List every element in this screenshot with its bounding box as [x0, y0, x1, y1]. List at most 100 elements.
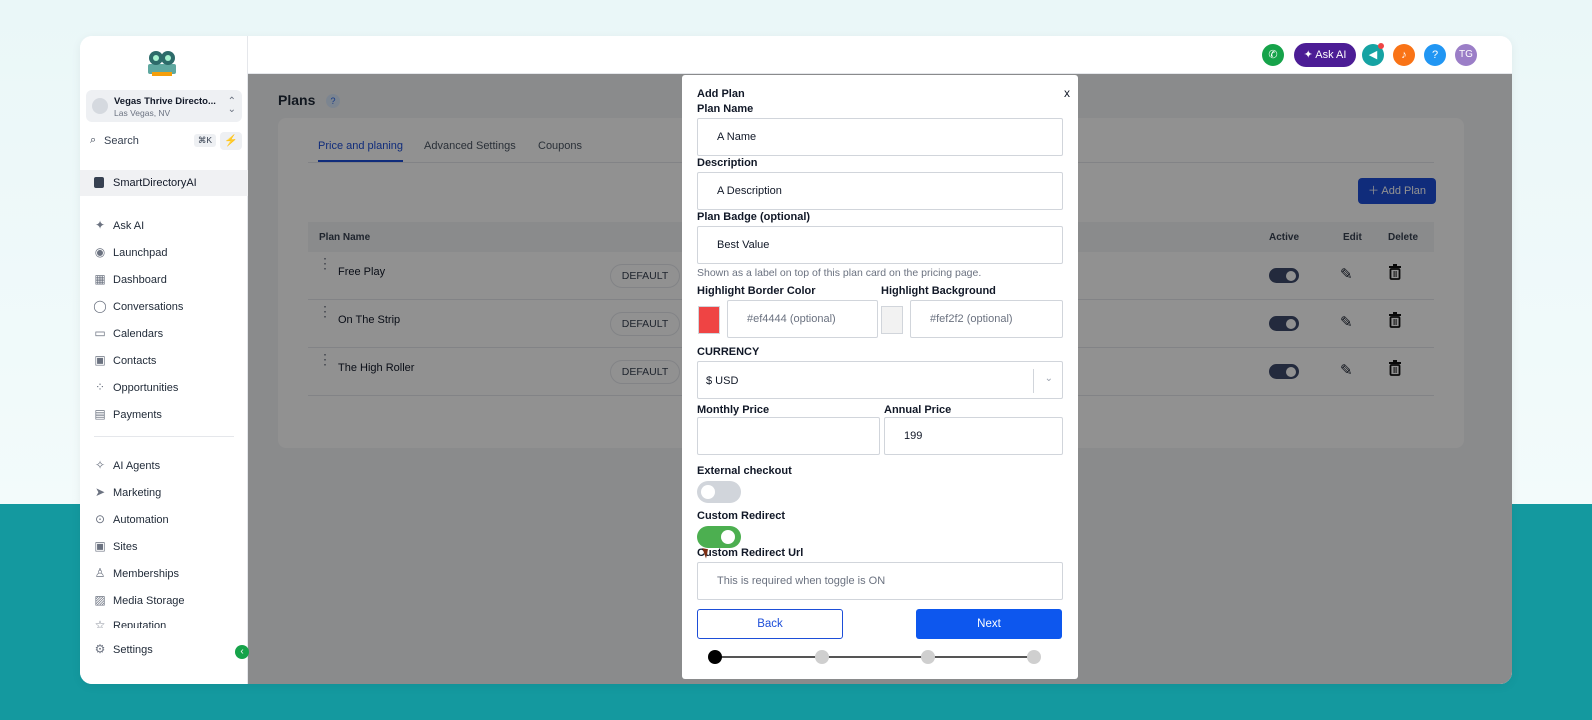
step-3-dot — [921, 650, 935, 664]
next-button[interactable]: Next — [916, 609, 1062, 639]
location-name: Vegas Thrive Directo... — [114, 96, 216, 107]
grid-icon: ▦ — [94, 272, 106, 286]
notification-dot — [1378, 43, 1384, 49]
custom-redirect-url-label: Custom Redirect Url — [697, 547, 804, 559]
plan-badge-input[interactable]: Best Value — [697, 226, 1063, 264]
top-bar: ✆ ✦ Ask AI ◀ ♪ ? TG — [248, 36, 1512, 74]
badge-icon: ♙ — [94, 566, 106, 580]
sidebar-item-label: Sites — [113, 541, 138, 553]
calendar-icon: ▭ — [94, 326, 106, 340]
sidebar-item-calendars[interactable]: ▭ Calendars — [80, 324, 248, 344]
custom-redirect-label: Custom Redirect — [697, 510, 786, 522]
sidebar-item-label: Marketing — [113, 487, 162, 499]
annual-price-label: Annual Price — [884, 404, 952, 416]
toggle-knob — [721, 530, 735, 544]
ask-ai-label: Ask AI — [1315, 49, 1347, 61]
sidebar-item-marketing[interactable]: ➤ Marketing — [80, 483, 248, 503]
collapse-sidebar-button[interactable]: ‹ — [235, 645, 249, 659]
location-avatar-icon — [92, 98, 108, 114]
sidebar-item-label: Memberships — [113, 568, 180, 580]
sidebar-item-label: Conversations — [113, 301, 184, 313]
search-input[interactable]: ⌕ Search ⌘K — [86, 132, 216, 150]
send-icon: ➤ — [94, 485, 106, 499]
sidebar-item-automation[interactable]: ⊙ Automation — [80, 510, 248, 530]
chat-icon: ◯ — [93, 299, 107, 313]
description-input[interactable]: A Description — [697, 172, 1063, 210]
sidebar-item-sites[interactable]: ▣ Sites — [80, 537, 248, 557]
close-icon[interactable]: x — [1064, 86, 1070, 100]
border-color-input[interactable]: #ef4444 (optional) — [727, 300, 878, 338]
sidebar-item-memberships[interactable]: ♙ Memberships — [80, 564, 248, 584]
search-icon: ⌕ — [90, 134, 97, 146]
bell-icon[interactable]: ♪ — [1393, 44, 1415, 66]
receipt-icon: ▤ — [94, 407, 106, 421]
plan-badge-label: Plan Badge (optional) — [697, 211, 811, 223]
sidebar-item-conversations[interactable]: ◯ Conversations — [80, 297, 248, 317]
external-checkout-label: External checkout — [697, 465, 792, 477]
location-city: Las Vegas, NV — [114, 108, 171, 118]
sparkle-icon: ✦ — [94, 218, 106, 232]
description-label: Description — [697, 157, 758, 169]
plan-name-label: Plan Name — [697, 103, 754, 115]
sidebar-item-dashboard[interactable]: ▦ Dashboard — [80, 270, 248, 290]
annual-price-input[interactable]: 199 — [884, 417, 1063, 455]
ask-ai-button[interactable]: ✦ Ask AI — [1294, 43, 1356, 67]
sidebar-item-label: Opportunities — [113, 382, 179, 394]
sidebar-item-label: Settings — [113, 644, 153, 656]
star-icon: ☆ — [94, 618, 106, 628]
sidebar-item-ask-ai[interactable]: ✦ Ask AI — [80, 216, 248, 236]
automation-icon: ⊙ — [94, 512, 106, 526]
sidebar-item-ai-agents[interactable]: ✧ AI Agents — [80, 456, 248, 476]
chevron-up-down-icon: ⌃ ⌄ — [227, 96, 236, 115]
help-icon[interactable]: ? — [1424, 44, 1446, 66]
highlight-background-label: Highlight Background — [881, 285, 996, 297]
highlight-background-swatch[interactable] — [881, 306, 903, 334]
sidebar-item-label: Dashboard — [113, 274, 167, 286]
sidebar-divider — [94, 436, 234, 437]
sidebar-item-label: Automation — [113, 514, 169, 526]
border-color-swatch[interactable] — [698, 306, 720, 334]
border-color-label: Highlight Border Color — [697, 285, 816, 297]
book-icon — [94, 177, 104, 188]
sidebar: Vegas Thrive Directo... Las Vegas, NV ⌃ ⌄… — [80, 36, 248, 684]
stepper-track — [715, 656, 1035, 658]
ai-agent-icon: ✧ — [94, 458, 106, 472]
modal-title: Add Plan — [697, 88, 745, 100]
search-shortcut: ⌘K — [193, 134, 216, 147]
currency-select[interactable]: $ USD ⌄ — [697, 361, 1063, 399]
sidebar-account-label: SmartDirectoryAI — [113, 177, 197, 189]
sidebar-item-launchpad[interactable]: ◉ Launchpad — [80, 243, 248, 263]
sidebar-item-media-storage[interactable]: ▨ Media Storage — [80, 591, 248, 611]
external-checkout-toggle[interactable] — [697, 481, 741, 503]
gear-icon: ⚙ — [94, 642, 106, 656]
step-4-dot — [1027, 650, 1041, 664]
sidebar-item-opportunities[interactable]: ⁘ Opportunities — [80, 378, 248, 398]
back-button[interactable]: Back — [697, 609, 843, 639]
help-label: ? — [1431, 49, 1439, 61]
quick-action-bolt-icon[interactable]: ⚡ — [220, 132, 242, 150]
add-plan-modal: Add Plan x Plan Name A Name Description … — [682, 75, 1078, 679]
sidebar-overflow-clip: ☆ Reputation — [80, 616, 248, 628]
highlight-background-input[interactable]: #fef2f2 (optional) — [910, 300, 1063, 338]
select-separator — [1033, 369, 1034, 393]
sidebar-item-settings[interactable]: ⚙ Settings — [80, 640, 248, 660]
sidebar-item-reputation[interactable]: ☆ Reputation — [80, 616, 248, 628]
plan-name-input[interactable]: A Name — [697, 118, 1063, 156]
sidebar-account[interactable]: SmartDirectoryAI — [80, 170, 248, 196]
monthly-price-input[interactable] — [697, 417, 880, 455]
location-switcher[interactable]: Vegas Thrive Directo... Las Vegas, NV ⌃ ⌄ — [86, 90, 242, 122]
plan-badge-help: Shown as a label on top of this plan car… — [697, 267, 982, 279]
phone-icon[interactable]: ✆ — [1262, 44, 1284, 66]
custom-redirect-url-input[interactable]: This is required when toggle is ON — [697, 562, 1063, 600]
app-logo — [148, 51, 176, 76]
sidebar-item-label: Ask AI — [113, 220, 145, 232]
sidebar-item-payments[interactable]: ▤ Payments — [80, 405, 248, 425]
sidebar-item-contacts[interactable]: ▣ Contacts — [80, 351, 248, 371]
avatar[interactable]: TG — [1455, 44, 1477, 66]
search-placeholder: Search — [104, 135, 139, 147]
chevron-down-icon: ⌄ — [1044, 373, 1053, 384]
step-1-dot — [708, 650, 722, 664]
custom-redirect-toggle[interactable] — [697, 526, 741, 548]
sites-icon: ▣ — [94, 539, 106, 553]
toggle-knob — [701, 485, 715, 499]
